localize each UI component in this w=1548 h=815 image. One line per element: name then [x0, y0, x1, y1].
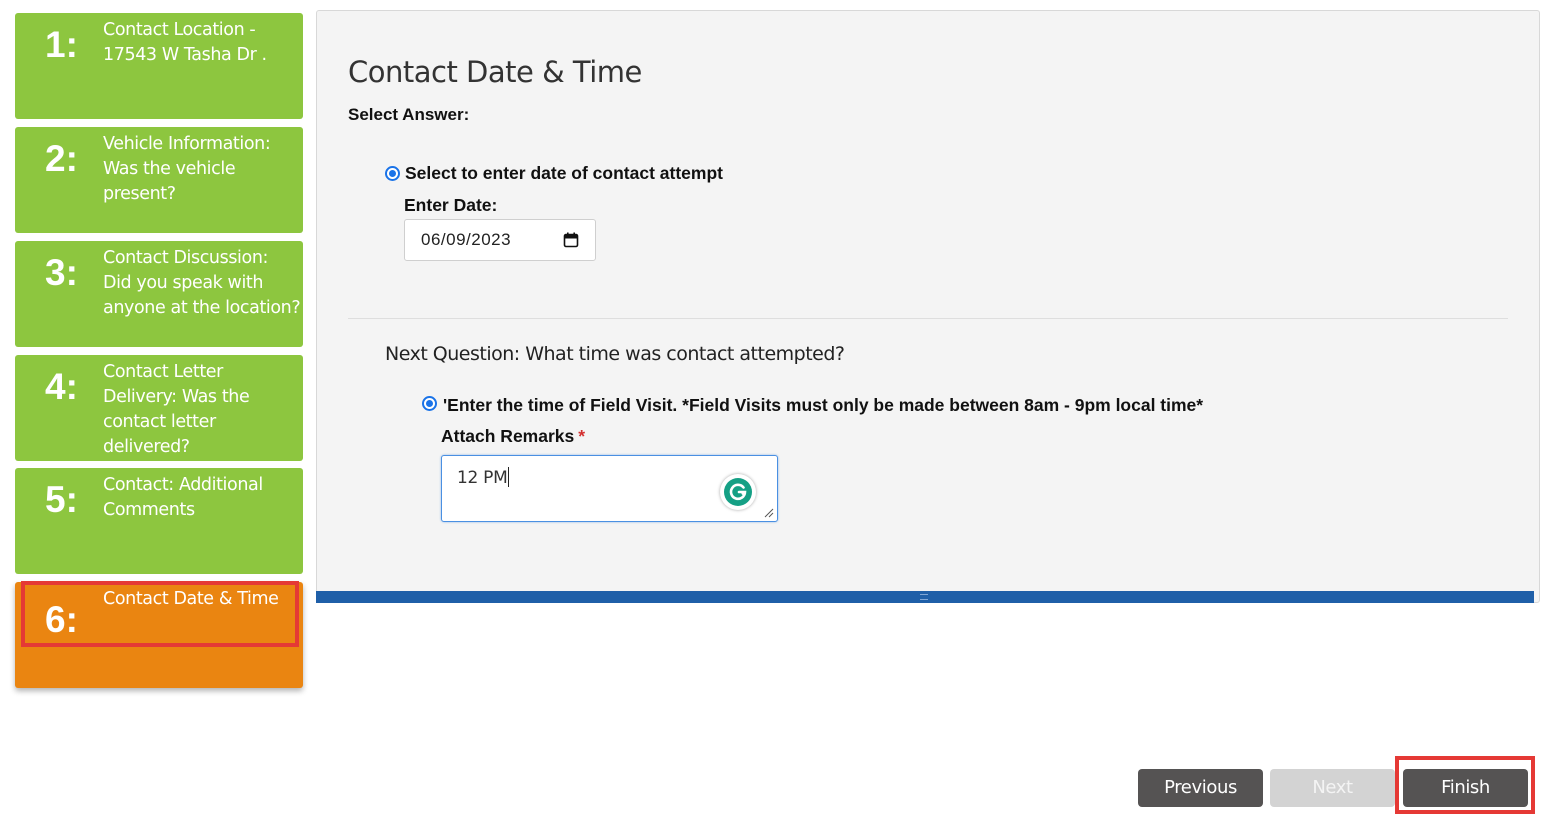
attach-remarks-label: Attach Remarks * — [441, 426, 585, 447]
next-question-text: Next Question: What time was contact att… — [385, 343, 845, 365]
step-label: Vehicle Information: Was the vehicle pre… — [103, 134, 271, 204]
grammarly-icon[interactable] — [720, 474, 756, 510]
finish-button[interactable]: Finish — [1403, 769, 1528, 807]
resize-handle-icon[interactable] — [764, 508, 774, 518]
date-option-radio[interactable] — [385, 166, 400, 181]
section-divider — [348, 318, 1508, 319]
step-label: Contact Location - 17543 W Tasha Dr . — [103, 20, 267, 65]
grip-icon — [920, 594, 928, 600]
step-number: 6: — [45, 599, 78, 640]
step-4[interactable]: 4: Contact Letter Delivery: Was the cont… — [15, 355, 303, 461]
required-marker: * — [578, 426, 586, 446]
step-1[interactable]: 1: Contact Location - 17543 W Tasha Dr . — [15, 13, 303, 119]
page-title: Contact Date & Time — [348, 55, 642, 89]
remarks-value: 12 PM — [457, 467, 510, 488]
remarks-text: 12 PM — [457, 468, 508, 488]
time-option-radio[interactable] — [422, 396, 437, 411]
step-label: Contact: Additional Comments — [103, 475, 263, 520]
time-option-label: 'Enter the time of Field Visit. *Field V… — [443, 395, 1204, 415]
step-number: 5: — [45, 479, 78, 520]
calendar-icon[interactable] — [563, 232, 579, 248]
date-value: 06/09/2023 — [421, 230, 512, 249]
date-input[interactable]: 06/09/2023 — [404, 219, 596, 261]
enter-date-label: Enter Date: — [404, 195, 498, 215]
previous-button[interactable]: Previous — [1138, 769, 1263, 807]
step-3[interactable]: 3: Contact Discussion: Did you speak wit… — [15, 241, 303, 347]
step-number: 1: — [45, 24, 78, 65]
step-number: 2: — [45, 138, 78, 179]
step-number: 3: — [45, 252, 78, 293]
next-button[interactable]: Next — [1270, 769, 1395, 807]
date-option-label: Select to enter date of contact attempt — [405, 163, 723, 183]
panel-bottom-bar — [316, 591, 1534, 603]
step-label: Contact Discussion: Did you speak with a… — [103, 248, 301, 318]
step-number: 4: — [45, 366, 78, 407]
step-label: Contact Letter Delivery: Was the contact… — [103, 362, 250, 457]
select-answer-label: Select Answer: — [348, 105, 470, 124]
step-label: Contact Date & Time — [103, 589, 279, 609]
step-2[interactable]: 2: Vehicle Information: Was the vehicle … — [15, 127, 303, 233]
text-caret — [508, 467, 510, 487]
step-5[interactable]: 5: Contact: Additional Comments — [15, 468, 303, 574]
attach-remarks-text: Attach Remarks — [441, 426, 575, 446]
step-6-active[interactable]: 6: Contact Date & Time — [15, 582, 303, 688]
